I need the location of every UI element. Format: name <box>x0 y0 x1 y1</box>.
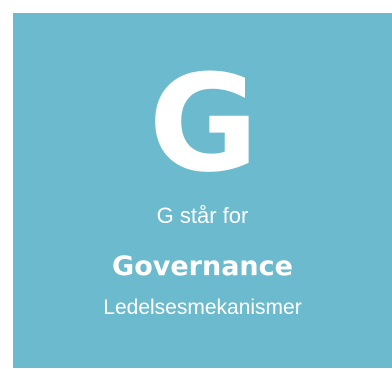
term-title: Governance <box>112 251 293 282</box>
stands-for-label: G står for <box>156 203 249 228</box>
term-translation: Ledelsesmekanismer <box>103 296 302 319</box>
card-letter: G <box>148 46 259 202</box>
governance-card: G G står for Governance Ledelsesmekanism… <box>13 13 392 368</box>
